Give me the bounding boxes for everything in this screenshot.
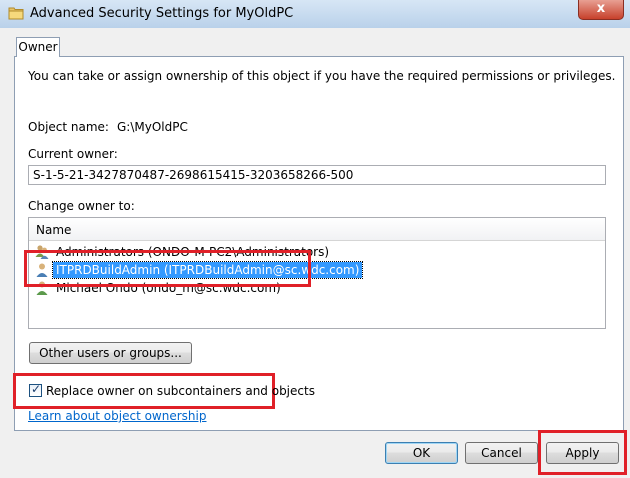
window-title: Advanced Security Settings for MyOldPC [30, 6, 294, 21]
ok-button[interactable]: OK [385, 442, 458, 464]
list-header-name[interactable]: Name [29, 218, 605, 241]
tab-owner[interactable]: Owner [16, 37, 60, 57]
highlight-selected-user [24, 250, 311, 287]
highlight-apply [538, 430, 627, 475]
title-bar: Advanced Security Settings for MyOldPC x [0, 0, 630, 28]
intro-text: You can take or assign ownership of this… [28, 69, 616, 83]
other-users-button[interactable]: Other users or groups... [29, 342, 192, 364]
folder-icon [8, 7, 24, 20]
object-name-value: G:\MyOldPC [117, 120, 188, 134]
replace-owner-label[interactable]: Replace owner on subcontainers and objec… [46, 384, 315, 398]
close-icon: x [596, 1, 606, 16]
checkmark-icon: ✓ [31, 382, 42, 396]
change-owner-label: Change owner to: [28, 199, 135, 213]
replace-owner-checkbox[interactable]: ✓ [29, 382, 42, 397]
current-owner-field[interactable]: S-1-5-21-3427870487-2698615415-320365826… [28, 165, 606, 185]
close-button[interactable]: x [578, 0, 624, 20]
cancel-button[interactable]: Cancel [465, 442, 538, 464]
object-name-label: Object name: [28, 120, 109, 134]
learn-ownership-link[interactable]: Learn about object ownership [28, 409, 206, 423]
column-header-label: Name [36, 223, 72, 237]
current-owner-label: Current owner: [28, 147, 118, 161]
